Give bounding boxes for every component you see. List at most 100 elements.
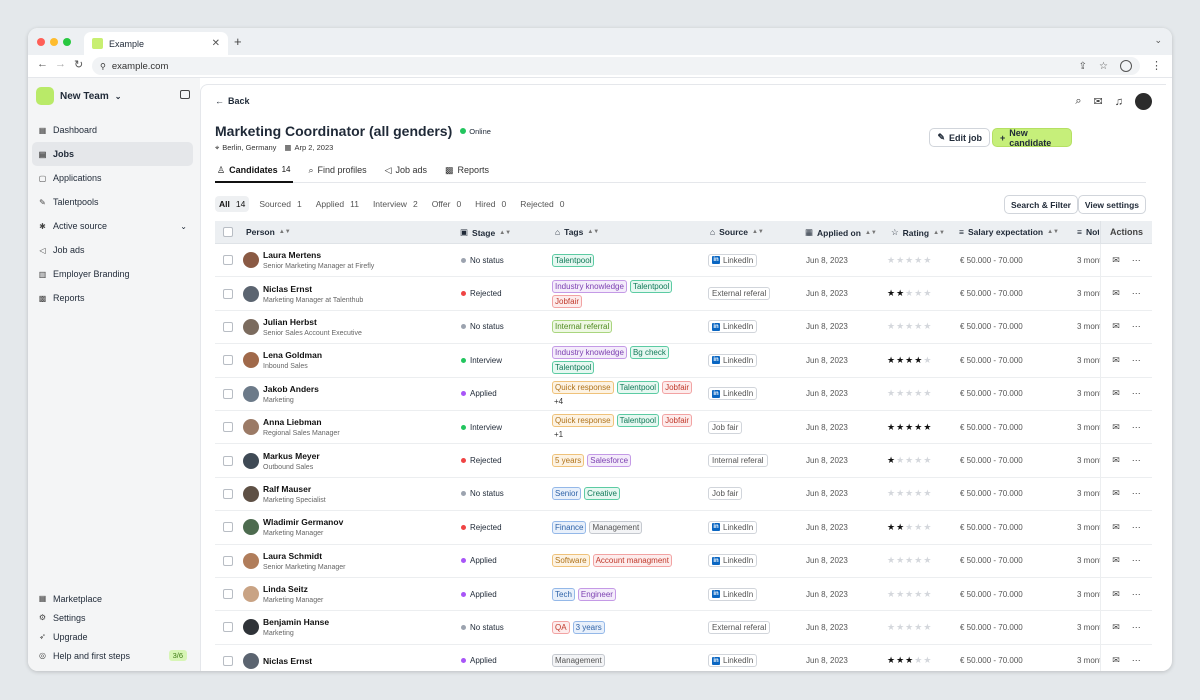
sidebar-item-settings[interactable]: ⚙ Settings xyxy=(32,608,193,627)
row-checkbox[interactable] xyxy=(223,378,233,410)
row-checkbox[interactable] xyxy=(223,511,233,543)
row-checkbox[interactable] xyxy=(223,478,233,510)
mail-icon[interactable]: ✉ xyxy=(1112,522,1120,533)
rating-stars[interactable]: ★ ★ ★ ★ ★ xyxy=(887,444,932,476)
tag-chip[interactable]: Internal referral xyxy=(552,320,613,334)
column-applied-on[interactable]: ▦ Applied on ▲▼ xyxy=(805,227,877,238)
back-link[interactable]: ← Back xyxy=(215,96,250,106)
close-tab-icon[interactable]: ✕ xyxy=(212,38,220,49)
tag-chip[interactable]: Creative xyxy=(584,487,620,501)
filter-hired[interactable]: Hired 0 xyxy=(471,196,510,212)
mail-icon[interactable]: ✉ xyxy=(1112,255,1120,266)
candidate-name[interactable]: Jakob Anders xyxy=(263,384,319,394)
rating-stars[interactable]: ★ ★ ★ ★ ★ xyxy=(887,545,932,577)
rating-stars[interactable]: ★ ★ ★ ★ ★ xyxy=(887,611,932,643)
column-salary[interactable]: ≡ Salary expectation ▲▼ xyxy=(959,227,1059,237)
stage-cell[interactable]: Interview xyxy=(461,344,502,376)
tag-chip[interactable]: Salesforce xyxy=(587,454,632,468)
tag-chip[interactable]: Finance xyxy=(552,520,587,534)
mail-icon[interactable]: ✉ xyxy=(1112,622,1120,633)
column-notes[interactable]: ≡Notes xyxy=(1077,227,1099,237)
sidebar-item-applications[interactable]: ▢ Applications xyxy=(32,166,193,190)
search-filter-button[interactable]: Search & Filter xyxy=(1004,195,1078,214)
mail-icon[interactable]: ✉ xyxy=(1112,488,1120,499)
stage-cell[interactable]: Applied xyxy=(461,545,497,577)
candidate-name[interactable]: Markus Meyer xyxy=(263,451,320,461)
mail-icon[interactable]: ✉ xyxy=(1112,355,1120,366)
tag-chip[interactable]: Talentpool xyxy=(552,361,595,375)
filter-all[interactable]: All 14 xyxy=(215,196,250,212)
row-checkbox[interactable] xyxy=(223,244,233,276)
tag-chip[interactable]: Industry knowledge xyxy=(552,346,627,360)
person-cell[interactable]: Wladimir Germanov Marketing Manager xyxy=(243,511,343,543)
tag-chip[interactable]: Talentpool xyxy=(616,380,660,394)
rating-stars[interactable]: ★ ★ ★ ★ ★ xyxy=(887,411,932,443)
tag-chip[interactable]: Talentpool xyxy=(616,414,660,428)
stage-cell[interactable]: No status xyxy=(461,244,504,276)
candidate-name[interactable]: Niclas Ernst xyxy=(263,284,363,294)
collapse-sidebar-icon[interactable] xyxy=(180,90,190,99)
filter-sourced[interactable]: Sourced 1 xyxy=(255,196,305,212)
person-cell[interactable]: Ralf Mauser Marketing Specialist xyxy=(243,478,326,510)
reload-icon[interactable]: ↻ xyxy=(74,58,83,71)
rating-stars[interactable]: ★ ★ ★ ★ ★ xyxy=(887,478,932,510)
stage-cell[interactable]: Applied xyxy=(461,378,497,410)
more-icon[interactable]: ⋯ xyxy=(1132,422,1141,433)
user-avatar[interactable] xyxy=(1135,93,1152,110)
table-row[interactable]: Julian Herbst Senior Sales Account Execut… xyxy=(215,310,1152,345)
sidebar-item-talentpools[interactable]: ✎ Talentpools xyxy=(32,190,193,214)
person-cell[interactable]: Benjamin Hanse Marketing xyxy=(243,611,329,643)
table-row[interactable]: Markus Meyer Outbound Sales Rejected 5 year… xyxy=(215,444,1152,478)
sidebar-item-dashboard[interactable]: ▦ Dashboard xyxy=(32,118,193,142)
more-icon[interactable]: ⋯ xyxy=(1132,388,1141,399)
rating-stars[interactable]: ★ ★ ★ ★ ★ xyxy=(887,645,932,671)
table-row[interactable]: Linda Seitz Marketing Manager Applied Tech E… xyxy=(215,577,1152,612)
forward-arrow-icon[interactable]: → xyxy=(55,58,66,70)
sidebar-item-help-and-first-steps[interactable]: ◎ Help and first steps 3/6 xyxy=(32,646,193,665)
more-icon[interactable]: ⋯ xyxy=(1132,622,1141,633)
tag-chip[interactable]: 5 years xyxy=(552,454,585,468)
search-icon[interactable]: ⌕ xyxy=(1075,95,1081,108)
tag-chip[interactable]: +4 xyxy=(552,396,565,407)
column-tags[interactable]: ⌂ Tags ▲▼ xyxy=(555,227,599,237)
table-row[interactable]: Lena Goldman Inbound Sales Interview Indust… xyxy=(215,344,1152,378)
maximize-window-button[interactable] xyxy=(63,38,71,46)
sidebar-item-employer-branding[interactable]: ▥ Employer Branding xyxy=(32,262,193,286)
tag-chip[interactable]: Jobfair xyxy=(552,294,583,308)
tag-chip[interactable]: Account managment xyxy=(592,554,672,568)
rating-stars[interactable]: ★ ★ ★ ★ ★ xyxy=(887,244,932,276)
table-row[interactable]: Ralf Mauser Marketing Specialist No status… xyxy=(215,477,1152,512)
column-person[interactable]: Person ▲▼ xyxy=(246,227,291,237)
rating-stars[interactable]: ★ ★ ★ ★ ★ xyxy=(887,277,932,309)
filter-rejected[interactable]: Rejected 0 xyxy=(516,196,568,212)
more-icon[interactable]: ⋯ xyxy=(1132,655,1141,666)
table-row[interactable]: Laura Mertens Senior Marketing Manager at… xyxy=(215,244,1152,278)
mail-icon[interactable]: ✉ xyxy=(1112,555,1120,566)
row-checkbox[interactable] xyxy=(223,277,233,309)
row-checkbox[interactable] xyxy=(223,344,233,376)
bell-icon[interactable]: ♫ xyxy=(1115,96,1123,108)
tab-candidates[interactable]: ♙ Candidates 14 xyxy=(215,165,293,183)
mail-icon[interactable]: ✉ xyxy=(1094,95,1103,108)
tag-chip[interactable]: Management xyxy=(589,520,643,534)
minimize-window-button[interactable] xyxy=(50,38,58,46)
person-cell[interactable]: Julian Herbst Senior Sales Account Execut… xyxy=(243,311,362,343)
more-icon[interactable]: ⋯ xyxy=(1132,522,1141,533)
more-icon[interactable]: ⋯ xyxy=(1132,589,1141,600)
more-icon[interactable]: ⋯ xyxy=(1132,321,1141,332)
mail-icon[interactable]: ✉ xyxy=(1112,388,1120,399)
new-tab-icon[interactable]: + xyxy=(234,34,242,49)
candidate-name[interactable]: Laura Schmidt xyxy=(263,551,346,561)
table-row[interactable]: Anna Liebman Regional Sales Manager Interv… xyxy=(215,410,1152,445)
rating-stars[interactable]: ★ ★ ★ ★ ★ xyxy=(887,344,932,376)
view-settings-button[interactable]: View settings xyxy=(1077,195,1146,214)
share-icon[interactable]: ⇪ xyxy=(1079,61,1087,72)
person-cell[interactable]: Niclas Ernst Marketing Manager at Talenth… xyxy=(243,277,363,309)
candidate-name[interactable]: Benjamin Hanse xyxy=(263,617,329,627)
mail-icon[interactable]: ✉ xyxy=(1112,321,1120,332)
tab-reports[interactable]: ▩ Reports xyxy=(443,165,491,183)
rating-stars[interactable]: ★ ★ ★ ★ ★ xyxy=(887,578,932,610)
edit-job-button[interactable]: ✎ Edit job xyxy=(929,128,990,147)
tag-chip[interactable]: Quick response xyxy=(552,414,614,428)
candidate-name[interactable]: Anna Liebman xyxy=(263,417,340,427)
